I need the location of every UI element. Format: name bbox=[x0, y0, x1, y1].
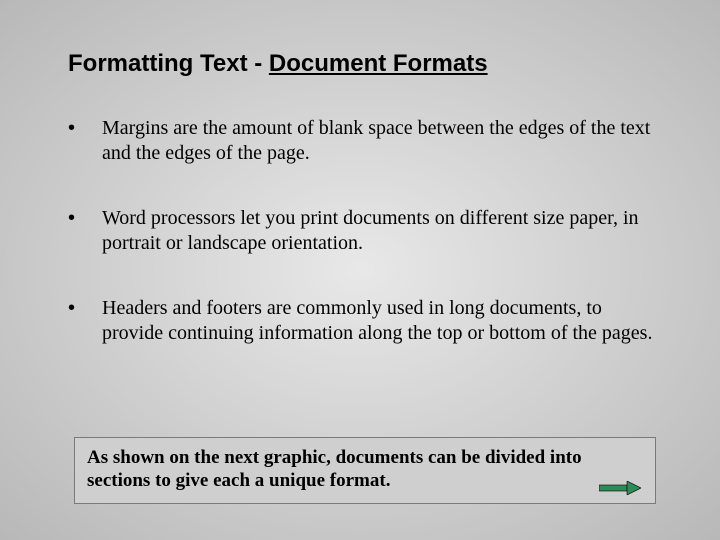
bullet-icon: • bbox=[64, 116, 102, 140]
slide-title: Formatting Text - Document Formats bbox=[62, 50, 658, 78]
next-arrow-icon bbox=[599, 481, 641, 495]
bullet-icon: • bbox=[64, 206, 102, 230]
title-underlined: Document Formats bbox=[269, 50, 488, 77]
list-item: • Margins are the amount of blank space … bbox=[64, 116, 658, 166]
callout-text: As shown on the next graphic, documents … bbox=[87, 447, 582, 492]
bullet-list: • Margins are the amount of blank space … bbox=[62, 116, 658, 346]
bullet-text: Word processors let you print documents … bbox=[102, 206, 658, 256]
title-prefix: Formatting Text - bbox=[68, 50, 269, 77]
slide: Formatting Text - Document Formats • Mar… bbox=[0, 0, 720, 540]
list-item: • Headers and footers are commonly used … bbox=[64, 296, 658, 346]
callout-box: As shown on the next graphic, documents … bbox=[74, 437, 656, 505]
bullet-text: Margins are the amount of blank space be… bbox=[102, 116, 658, 166]
list-item: • Word processors let you print document… bbox=[64, 206, 658, 256]
bullet-text: Headers and footers are commonly used in… bbox=[102, 296, 658, 346]
bullet-icon: • bbox=[64, 296, 102, 320]
